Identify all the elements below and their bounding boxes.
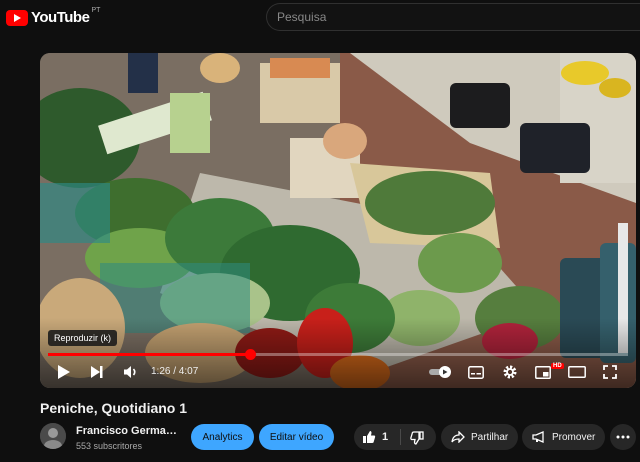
like-count: 1 bbox=[382, 431, 389, 443]
more-actions-button[interactable] bbox=[610, 424, 636, 450]
subtitles-icon bbox=[468, 365, 484, 379]
channel-name[interactable]: Francisco Germa… bbox=[76, 425, 177, 437]
thumbs-down-icon bbox=[410, 431, 424, 445]
fullscreen-icon bbox=[603, 365, 617, 379]
subscriber-count: 553 subscritores bbox=[76, 441, 143, 451]
avatar-image bbox=[40, 423, 66, 449]
next-button[interactable] bbox=[87, 362, 107, 382]
settings-button[interactable] bbox=[500, 362, 520, 382]
video-player[interactable]: Reproduzir (k) 1:26 / 4:07 HD bbox=[40, 53, 636, 388]
miniplayer-icon bbox=[535, 365, 551, 379]
play-tooltip: Reproduzir (k) bbox=[48, 330, 118, 346]
autoplay-icon bbox=[429, 366, 451, 378]
play-button[interactable] bbox=[54, 362, 74, 382]
subtitles-button[interactable] bbox=[466, 362, 486, 382]
search-box bbox=[266, 3, 640, 31]
share-icon bbox=[451, 431, 465, 443]
logo-text: YouTube bbox=[31, 9, 90, 26]
progress-fill bbox=[48, 353, 250, 356]
time-display: 1:26 / 4:07 bbox=[151, 366, 199, 377]
analytics-button[interactable]: Analytics bbox=[191, 424, 254, 450]
more-horizontal-icon bbox=[616, 435, 630, 439]
top-header: YouTube PT bbox=[0, 0, 640, 36]
logo-region: PT bbox=[91, 7, 101, 14]
youtube-logo[interactable]: YouTube PT bbox=[6, 7, 101, 26]
dislike-button[interactable] bbox=[410, 431, 424, 450]
youtube-play-icon bbox=[6, 9, 28, 26]
share-label: Partilhar bbox=[471, 431, 509, 443]
share-button[interactable]: Partilhar bbox=[441, 424, 518, 450]
channel-avatar[interactable] bbox=[40, 423, 66, 449]
volume-icon bbox=[124, 366, 136, 378]
video-title: Peniche, Quotidiano 1 bbox=[40, 400, 188, 416]
play-icon bbox=[58, 365, 70, 379]
promote-label: Promover bbox=[552, 431, 596, 443]
fullscreen-button[interactable] bbox=[600, 362, 620, 382]
theater-icon bbox=[568, 366, 586, 378]
thumbs-up-icon bbox=[363, 431, 376, 443]
mute-button[interactable] bbox=[120, 362, 142, 382]
search-input[interactable] bbox=[277, 10, 640, 24]
promote-button[interactable]: Promover bbox=[522, 424, 605, 450]
autoplay-toggle[interactable] bbox=[428, 362, 454, 382]
progress-bar[interactable] bbox=[48, 349, 628, 360]
edit-video-button[interactable]: Editar vídeo bbox=[259, 424, 334, 450]
miniplayer-button[interactable] bbox=[533, 362, 553, 382]
like-button[interactable] bbox=[362, 430, 376, 449]
skip-next-icon bbox=[91, 366, 103, 378]
like-divider bbox=[400, 429, 401, 445]
progress-scrubber[interactable] bbox=[244, 349, 256, 360]
theater-mode-button[interactable] bbox=[566, 362, 588, 382]
gear-icon bbox=[503, 365, 517, 379]
megaphone-icon bbox=[532, 431, 544, 443]
